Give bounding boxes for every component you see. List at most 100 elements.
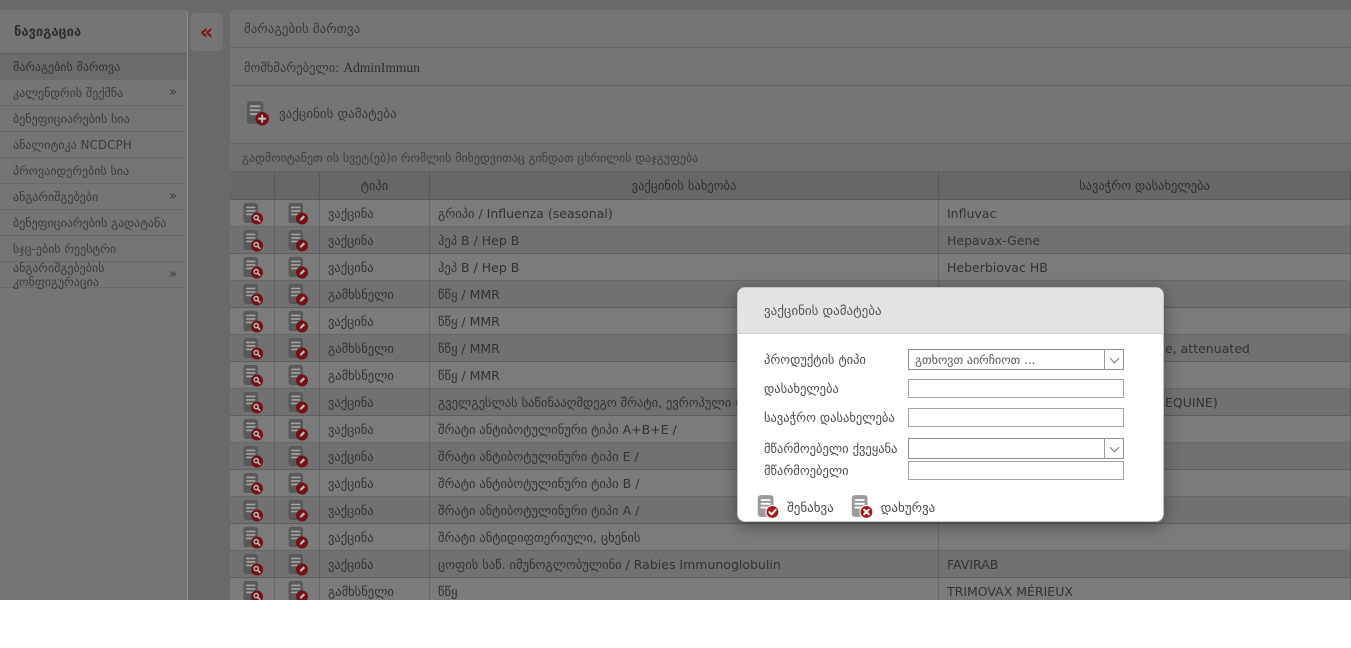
header-cell-species[interactable]: ვაქცინის სახეობა [430, 172, 939, 199]
edit-cell [275, 524, 320, 550]
save-button[interactable]: შენახვა [754, 493, 834, 523]
view-cell [230, 254, 275, 280]
document-edit-icon[interactable] [283, 255, 311, 279]
species-cell: ჰეპ B / Hep B [430, 254, 939, 280]
trade-cell: Heberbiovac HB [939, 254, 1351, 280]
sidebar-item-label: ანგარიშგებების კონფიგურაცია [13, 261, 169, 289]
view-cell [230, 281, 275, 307]
document-edit-icon[interactable] [283, 282, 311, 306]
edit-cell [275, 362, 320, 388]
manufacturer-field[interactable] [908, 461, 1124, 480]
document-edit-icon[interactable] [283, 579, 311, 600]
edit-cell [275, 200, 320, 226]
sidebar-item-label: ანგარიშგებები [13, 190, 98, 204]
document-search-icon[interactable] [238, 498, 266, 522]
trade-cell: Hepavax-Gene [939, 227, 1351, 253]
type-cell: ვაქცინა [320, 200, 430, 226]
document-search-icon[interactable] [238, 363, 266, 387]
name-field[interactable] [908, 379, 1124, 398]
document-edit-icon[interactable] [283, 309, 311, 333]
manufacturer-country-select[interactable] [908, 438, 1124, 459]
header-cell-trade[interactable]: სავაჭრო დასახელება [939, 172, 1351, 199]
document-search-icon[interactable] [238, 336, 266, 360]
document-edit-icon[interactable] [283, 336, 311, 360]
document-search-icon[interactable] [238, 417, 266, 441]
document-edit-icon[interactable] [283, 471, 311, 495]
trade-cell: TRIMOVAX MÉRIEUX [939, 578, 1351, 600]
document-edit-icon[interactable] [283, 417, 311, 441]
document-x-icon [848, 493, 874, 523]
sidebar-item-3[interactable]: ანალიტიკა NCDCPH [0, 132, 187, 158]
sidebar-nav: მარაგების მართვაკალენდრის შექმნა» ბენეფიც… [0, 54, 187, 288]
document-search-icon[interactable] [238, 201, 266, 225]
manufacturer-country-label: მწარმოებელი ქვეყანა [764, 441, 908, 456]
document-edit-icon[interactable] [283, 525, 311, 549]
save-button-label: შენახვა [787, 501, 834, 516]
dropdown-button[interactable] [1104, 439, 1123, 458]
header-cell-type[interactable]: ტიპი [320, 172, 430, 199]
edit-cell [275, 335, 320, 361]
view-cell [230, 389, 275, 415]
document-search-icon[interactable] [238, 444, 266, 468]
sidebar-item-5[interactable]: ანგარიშგებები» [0, 184, 187, 210]
field-row-name: დასახელება [764, 379, 1163, 398]
sidebar-item-label: ბენეფიციარების სია [13, 112, 130, 126]
manufacturer-label: მწარმოებელი [764, 463, 908, 478]
sidebar-item-2[interactable]: ბენეფიციარების სია [0, 106, 187, 132]
document-edit-icon[interactable] [283, 444, 311, 468]
sidebar-item-7[interactable]: სჯც-ების რეესტრი [0, 236, 187, 262]
species-cell: ჰეპ B / Hep B [430, 227, 939, 253]
document-edit-icon[interactable] [283, 552, 311, 576]
type-cell: ვაქცინა [320, 389, 430, 415]
sidebar-collapse-button[interactable]: « [190, 13, 223, 51]
document-search-icon[interactable] [238, 552, 266, 576]
type-cell: ვაქცინა [320, 524, 430, 550]
edit-cell [275, 416, 320, 442]
product-type-select[interactable]: გთხოვთ აირჩიოთ ... [908, 349, 1124, 370]
table-row: ვაქცინა შრატი ანტიდიფთერიული, ცხენის [230, 524, 1351, 551]
document-edit-icon[interactable] [283, 363, 311, 387]
sidebar-title: ნავიგაცია [0, 10, 187, 54]
type-cell: გამხსნელი [320, 335, 430, 361]
add-vaccine-button[interactable]: ვაქცინის დამატება [243, 99, 397, 130]
sidebar-item-1[interactable]: კალენდრის შექმნა» [0, 80, 187, 106]
trade-cell: FAVIRAB [939, 551, 1351, 577]
field-row-manufacturer-country: მწარმოებელი ქვეყანა [764, 438, 1163, 459]
sidebar-item-6[interactable]: ბენეფიციარების გადატანა [0, 210, 187, 236]
document-search-icon[interactable] [238, 579, 266, 600]
type-cell: გამხსნელი [320, 281, 430, 307]
document-search-icon[interactable] [238, 282, 266, 306]
user-label: მომხმარებელი: [244, 60, 339, 75]
document-search-icon[interactable] [238, 525, 266, 549]
document-search-icon[interactable] [238, 309, 266, 333]
document-edit-icon[interactable] [283, 390, 311, 414]
document-search-icon[interactable] [238, 390, 266, 414]
view-cell [230, 470, 275, 496]
field-row-manufacturer: მწარმოებელი [764, 461, 1163, 480]
type-cell: გამხსნელი [320, 362, 430, 388]
close-button[interactable]: დახურვა [848, 493, 935, 523]
group-by-hint[interactable]: გადმოიტანეთ ის სვეტ(ებ)ი რომლის მიხედვით… [230, 144, 1351, 172]
table-row: ვაქცინა ჰეპ B / Hep B Heberbiovac HB [230, 254, 1351, 281]
document-edit-icon[interactable] [283, 498, 311, 522]
document-search-icon[interactable] [238, 255, 266, 279]
document-search-icon[interactable] [238, 471, 266, 495]
dropdown-button[interactable] [1104, 350, 1123, 369]
sidebar-item-8[interactable]: ანგარიშგებების კონფიგურაცია» [0, 262, 187, 288]
sidebar-item-4[interactable]: პროვაიდერების სია [0, 158, 187, 184]
type-cell: ვაქცინა [320, 497, 430, 523]
trade-name-field[interactable] [908, 408, 1124, 427]
trade-cell: Influvac [939, 200, 1351, 226]
edit-cell [275, 281, 320, 307]
document-edit-icon[interactable] [283, 201, 311, 225]
expand-chevrons-icon: » [169, 85, 177, 100]
type-cell: ვაქცინა [320, 308, 430, 334]
document-search-icon[interactable] [238, 228, 266, 252]
document-edit-icon[interactable] [283, 228, 311, 252]
manufacturer-country-selected-value [909, 439, 1104, 458]
table-row: ვაქცინა ცოფის საწ. იმუნოგლობულინი / Rabi… [230, 551, 1351, 578]
edit-cell [275, 497, 320, 523]
sidebar-item-0[interactable]: მარაგების მართვა [0, 54, 187, 80]
sidebar-item-label: ანალიტიკა NCDCPH [13, 138, 132, 152]
type-cell: გამხსნელი [320, 578, 430, 600]
